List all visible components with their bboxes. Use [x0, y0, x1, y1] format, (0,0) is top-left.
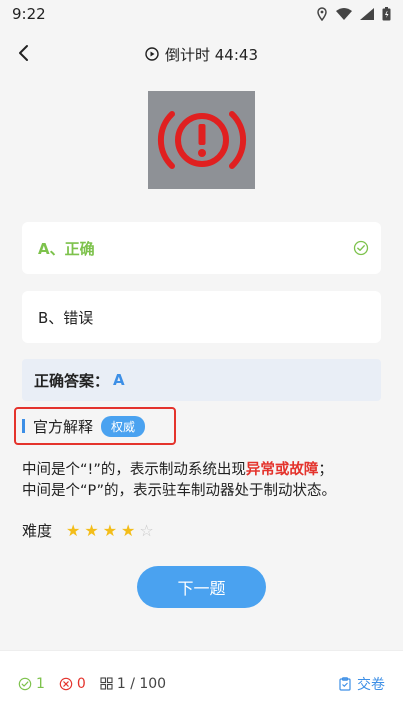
question-progress[interactable]: 1 / 100: [100, 676, 166, 692]
explanation-highlight: 异常或故障: [245, 462, 319, 478]
play-circle-icon: [145, 47, 159, 61]
x-circle-icon: [59, 677, 73, 690]
wrong-count[interactable]: 0: [59, 676, 86, 692]
authority-badge: 权威: [101, 415, 146, 437]
option-b-label: B、错误: [38, 308, 94, 327]
correct-count[interactable]: 1: [18, 676, 45, 692]
explanation-text: 中间是个“!”的，表示制动系统出现异常或故障； 中间是个“P”的，表示驻车制动器…: [22, 460, 382, 502]
app-bar: 倒计时 44:43: [0, 28, 403, 80]
difficulty-row: 难度 ★ ★ ★ ★ ☆: [22, 520, 154, 541]
wifi-icon: [336, 8, 352, 20]
next-question-button[interactable]: 下一题: [137, 566, 266, 608]
question-image: [148, 91, 255, 189]
explanation-line-2: 中间是个“P”的，表示驻车制动器处于制动状态。: [22, 483, 337, 499]
check-circle-icon: [18, 677, 32, 690]
question-content: A、正确 B、错误 正确答案： A 官方解释 权威 中间是个“!”的，表示制动系…: [0, 80, 403, 650]
explanation-line-1-prefix: 中间是个“!”的，表示制动系统出现: [22, 462, 246, 478]
progress-value: 1 / 100: [116, 675, 167, 692]
star-filled-icon: ★: [102, 520, 118, 540]
status-time: 9:22: [12, 5, 46, 23]
section-marker: [22, 419, 25, 433]
check-circle-icon: [353, 240, 369, 256]
status-bar: 9:22: [0, 0, 403, 28]
explanation-line-1: 中间是个“!”的，表示制动系统出现异常或故障；: [22, 460, 382, 481]
brake-warning-icon: [157, 111, 246, 169]
back-icon[interactable]: [14, 42, 36, 64]
option-b[interactable]: B、错误: [22, 291, 381, 343]
location-icon: [317, 7, 327, 21]
submit-label: 交卷: [357, 676, 385, 693]
star-filled-icon: ★: [84, 520, 99, 540]
official-explanation-header: 官方解释 权威: [14, 407, 176, 445]
star-filled-icon: ★: [121, 520, 136, 540]
explanation-title: 官方解释: [33, 417, 94, 436]
difficulty-stars: ★ ★ ★ ★ ☆: [66, 520, 154, 540]
timer-label: 倒计时 44:43: [165, 45, 258, 64]
correct-count-value: 1: [36, 675, 45, 692]
wrong-count-value: 0: [76, 675, 86, 692]
star-filled-icon: ★: [66, 520, 81, 540]
option-a-label: A、正确: [38, 239, 95, 258]
status-icons: [316, 7, 391, 21]
submit-exam-button[interactable]: 交卷: [339, 674, 385, 694]
grid-icon: [100, 677, 113, 690]
bottom-bar: 1 0 1 / 100 交卷: [0, 650, 403, 716]
explanation-line-1-suffix: ；: [318, 462, 333, 478]
battery-icon: [382, 7, 391, 21]
countdown-timer: 倒计时 44:43: [145, 44, 258, 65]
signal-icon: [360, 8, 374, 20]
correct-answer-box: 正确答案： A: [22, 359, 381, 401]
correct-answer-label: 正确答案：: [34, 371, 110, 390]
clipboard-icon: [339, 676, 351, 691]
star-empty-icon: ☆: [139, 520, 154, 540]
correct-answer-value: A: [113, 371, 125, 389]
option-a[interactable]: A、正确: [22, 222, 381, 274]
difficulty-label: 难度: [22, 522, 53, 540]
